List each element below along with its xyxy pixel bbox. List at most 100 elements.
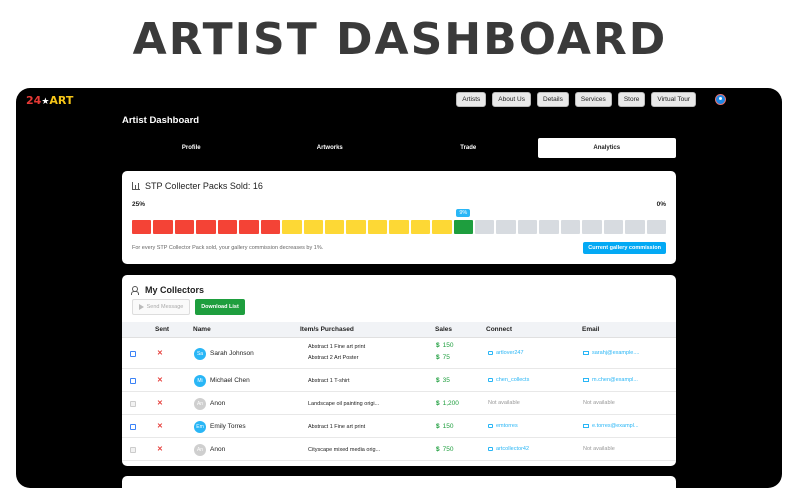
currency-symbol: $ [436, 354, 440, 361]
packs-title: STP Collecter Packs Sold: 16 [145, 181, 263, 191]
row-checkbox[interactable] [130, 377, 136, 384]
purchased-item: Abstract 1 T-shirt [308, 377, 350, 384]
packs-title-row: STP Collecter Packs Sold: 16 [132, 181, 263, 191]
purchased-item: Cityscape mixed media orig... [308, 446, 381, 453]
nav-store-button[interactable]: Store [617, 92, 646, 107]
commission-progress-bar [132, 220, 666, 234]
currency-symbol: $ [436, 342, 440, 349]
avatar: Sa [194, 348, 206, 360]
current-commission-marker: 9% [456, 209, 471, 217]
email-link[interactable]: m.chen@exampl... [583, 377, 638, 383]
row-checkbox[interactable] [130, 446, 136, 453]
table-row[interactable]: ✕ Sa Sarah Johnson Abstract 1 Fine art prin… [122, 339, 676, 369]
progress-segment [453, 220, 473, 234]
email-link[interactable]: sarahj@example.... [583, 350, 639, 356]
sale-value: 750 [442, 445, 454, 453]
connect-link[interactable]: chen_collects [488, 377, 529, 383]
table-row[interactable]: ✕ Em Emily Torres Abstract 1 Fine art print… [122, 415, 676, 438]
progress-segment [196, 220, 216, 234]
progress-segment [517, 220, 538, 234]
connect-link[interactable]: artlover247 [488, 350, 524, 356]
progress-segment [389, 220, 409, 234]
header-name: Name [193, 326, 211, 333]
nav-details-button[interactable]: Details [537, 92, 569, 107]
packs-sold-card: STP Collecter Packs Sold: 16 25% 0% 9% F… [122, 171, 676, 264]
connect-handle: emtorres [496, 422, 518, 429]
tab-analytics[interactable]: Analytics [537, 138, 676, 158]
collector-name: Michael Chen [210, 376, 250, 384]
progress-segment [539, 220, 559, 234]
not-sent-icon: ✕ [157, 445, 163, 453]
download-list-button[interactable]: Download List [195, 299, 245, 315]
progress-segment [132, 220, 152, 234]
progress-segment [217, 220, 238, 234]
table-row[interactable]: ✕ Mi Michael Chen Abstract 1 T-shirt $35 chen… [122, 369, 676, 392]
top-navigation: Artists About Us Details Services Store … [456, 92, 696, 107]
email-link: Not available [583, 446, 615, 452]
user-avatar-icon[interactable] [715, 94, 726, 105]
app-frame: 24★ART Artists About Us Details Services… [16, 88, 782, 488]
row-checkbox[interactable] [130, 400, 136, 407]
nav-about-button[interactable]: About Us [492, 92, 531, 107]
tab-profile[interactable]: Profile [122, 138, 261, 158]
progress-segment [410, 220, 431, 234]
collectors-title-row: My Collectors [131, 285, 205, 295]
send-icon [138, 304, 144, 310]
avatar: An [194, 397, 206, 410]
header-items: Item/s Purchased [300, 326, 354, 333]
nav-virtual-tour-button[interactable]: Virtual Tour [651, 92, 696, 107]
current-commission-button[interactable]: Current gallery commission [583, 242, 666, 254]
email-address: Not available [583, 445, 615, 452]
chat-icon [488, 377, 493, 382]
hero-title: ARTIST DASHBOARD [132, 14, 668, 65]
brand-logo[interactable]: 24★ART [26, 94, 73, 107]
currency-symbol: $ [436, 445, 440, 453]
table-row[interactable]: ✕ An Anon Cityscape mixed media orig... $750… [122, 438, 676, 461]
currency-symbol: $ [436, 422, 440, 430]
connect-handle: artcollector42 [496, 445, 530, 452]
connect-link[interactable]: artcollector42 [488, 446, 529, 452]
header-sent: Sent [155, 326, 170, 333]
connect-handle: chen_collects [496, 376, 530, 383]
connect-link[interactable]: emtorres [488, 423, 518, 429]
progress-segment [432, 220, 452, 234]
collectors-title: My Collectors [145, 285, 205, 295]
avatar: Mi [194, 374, 206, 387]
logo-number: 24 [26, 94, 42, 107]
logo-text: ART [49, 94, 74, 107]
sale-amount: $750 [436, 446, 453, 453]
progress-segment [260, 220, 281, 234]
collectors-card: My Collectors Send Message Download List… [122, 275, 676, 466]
nav-artists-button[interactable]: Artists [456, 92, 487, 107]
collector-name: Sarah Johnson [210, 350, 254, 357]
commission-start-label: 25% [132, 201, 146, 208]
sale-value: 1,200 [442, 399, 459, 407]
email-link[interactable]: e.torres@exampl... [583, 423, 639, 429]
tab-trade[interactable]: Trade [399, 138, 538, 158]
avatar: An [194, 443, 206, 456]
email-address: e.torres@exampl... [592, 422, 639, 429]
row-checkbox[interactable] [130, 351, 136, 357]
not-sent-icon: ✕ [157, 350, 163, 357]
not-sent-icon: ✕ [157, 422, 163, 430]
not-sent-icon: ✕ [157, 376, 163, 384]
progress-segment [346, 220, 366, 234]
chat-icon [488, 423, 493, 428]
users-icon [131, 286, 140, 295]
collector-name: Anon [210, 445, 226, 453]
progress-segment [603, 220, 624, 234]
send-message-button[interactable]: Send Message [132, 299, 190, 315]
header-connect: Connect [486, 326, 512, 333]
avatar: Em [194, 420, 206, 433]
not-sent-icon: ✕ [157, 399, 163, 407]
mail-icon [583, 351, 589, 355]
table-row[interactable]: ✕ An Anon Landscape oil painting origi... $1… [122, 392, 676, 415]
mail-icon [583, 377, 589, 382]
row-checkbox[interactable] [130, 423, 136, 430]
tab-artworks[interactable]: Artworks [261, 138, 400, 158]
email-address: Not available [583, 399, 615, 406]
header-sales: Sales [435, 326, 452, 333]
email-address: m.chen@exampl... [592, 376, 638, 383]
nav-services-button[interactable]: Services [574, 92, 612, 107]
purchased-item: Abstract 1 Fine art print [308, 344, 366, 350]
